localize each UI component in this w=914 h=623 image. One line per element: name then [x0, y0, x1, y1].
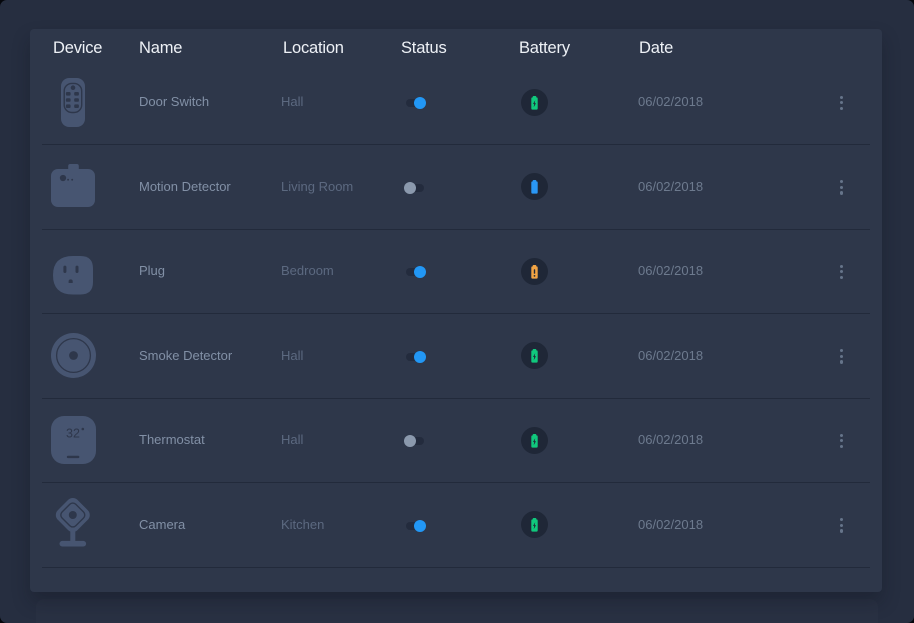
svg-text:32: 32	[66, 427, 80, 441]
